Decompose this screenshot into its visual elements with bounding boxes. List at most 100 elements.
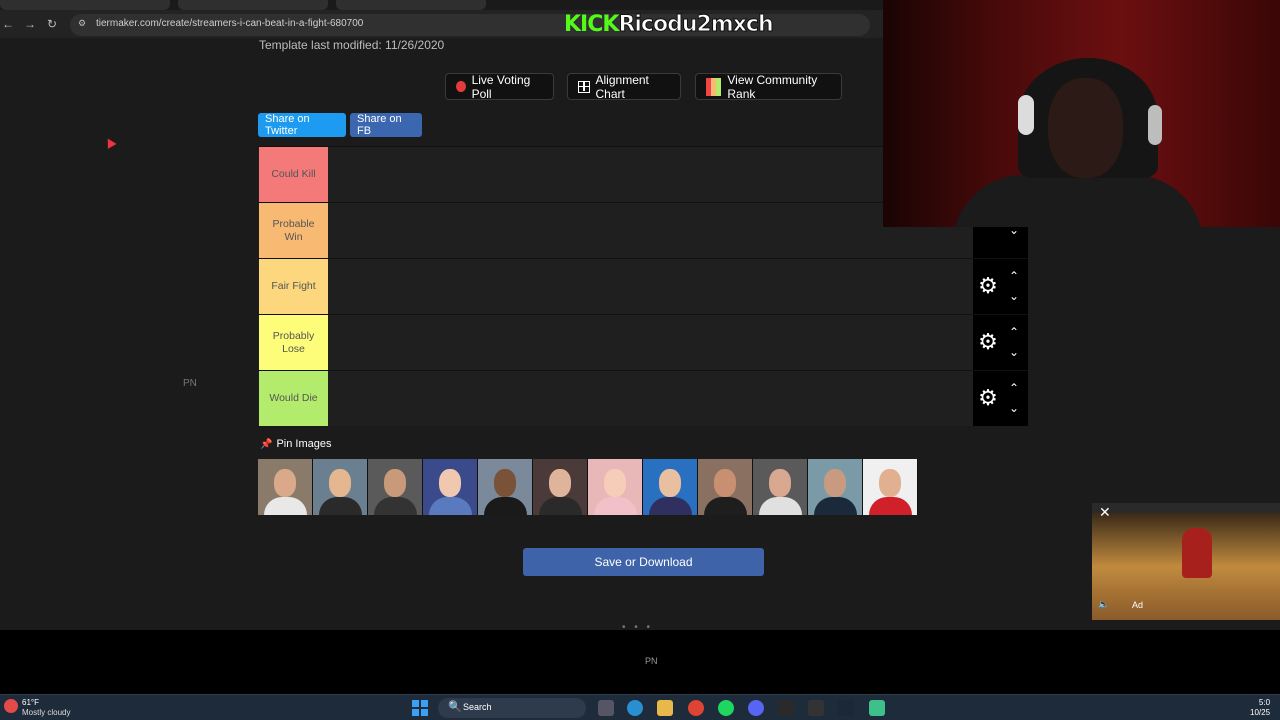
gear-icon[interactable]: ⚙ [977,387,999,409]
video-ad[interactable]: ✕ 🔈 Ad [1092,503,1280,620]
thumbnail-shoulders [869,497,912,515]
site-info-icon[interactable]: ⚙ [78,18,86,29]
ad-label: Ad [1132,600,1144,610]
chrome-icon[interactable] [688,700,704,716]
thumbnail-shoulders [484,497,527,515]
tier-row[interactable]: Fair Fight ⚙ ⌃ ⌄ [258,258,1028,314]
browser-tab[interactable] [178,0,328,10]
chevron-up-icon[interactable]: ⌃ [1007,270,1021,282]
thumbnail-face [384,469,406,497]
browser-tab[interactable] [0,0,170,10]
kick-logo: KICK [564,12,619,37]
streamer-thumbnail[interactable] [313,459,368,515]
streamer-thumbnail[interactable] [643,459,698,515]
app-icon[interactable] [869,700,885,716]
tier-label[interactable]: Could Kill [259,147,328,202]
thumbnail-shoulders [649,497,692,515]
streamer-thumbnail[interactable] [753,459,808,515]
taskbar-search-label[interactable]: Search [463,702,492,712]
streamer-thumbnail[interactable] [368,459,423,515]
weather-temperature[interactable]: 61°F [22,698,39,707]
streamer-thumbnail[interactable] [533,459,588,515]
file-explorer-icon[interactable] [657,700,673,716]
back-icon[interactable]: ← [2,17,14,31]
share-twitter-button[interactable]: Share on Twitter [258,113,346,137]
live-voting-poll-button[interactable]: Live Voting Poll [445,73,554,101]
thumbnail-shoulders [539,497,582,515]
discord-icon[interactable] [748,700,764,716]
mouse-cursor [103,136,117,149]
chevron-up-icon[interactable]: ⌃ [1007,382,1021,394]
streamer-thumbnail[interactable] [808,459,863,515]
thumbnail-face [604,469,626,497]
streamer-username: Ricodu2mxch [618,12,774,38]
reload-icon[interactable]: ↻ [47,17,57,31]
streamer-thumbnail[interactable] [863,459,918,515]
search-icon[interactable]: 🔍 [448,700,462,713]
headset-icon [1018,95,1034,135]
gear-icon[interactable]: ⚙ [977,331,999,353]
thumbnail-face [329,469,351,497]
tier-label[interactable]: Would Die [259,371,328,426]
clock-date: 10/25 [1250,708,1271,717]
rank-grid-icon [706,77,722,96]
url-text[interactable]: tiermaker.com/create/streamers-i-can-bea… [96,18,363,29]
pin-icon: 📌 [260,438,273,450]
system-clock[interactable]: 5:0 10/25 [1250,698,1270,718]
spotify-icon[interactable] [718,700,734,716]
streamer-thumbnail[interactable] [698,459,753,515]
windows-taskbar: 61°F Mostly cloudy 🔍 Search 5:0 10/25 [0,694,1280,720]
record-dot-icon [456,81,466,92]
app-icon[interactable] [808,700,824,716]
volume-icon[interactable]: 🔈 [1098,599,1109,610]
alignment-chart-button[interactable]: Alignment Chart [567,73,681,101]
pin-images-toggle[interactable]: 📌 Pin Images [260,438,331,450]
streamer-face [1048,78,1123,178]
ad-character [1182,528,1212,578]
edge-icon[interactable] [627,700,643,716]
gear-icon[interactable]: ⚙ [977,275,999,297]
thumbnail-shoulders [429,497,472,515]
steam-icon[interactable] [838,700,854,716]
save-download-button[interactable]: Save or Download [523,548,764,576]
thumbnail-face [659,469,681,497]
thumbnail-face [439,469,461,497]
chevron-down-icon[interactable]: ⌄ [1007,290,1021,302]
chevron-down-icon[interactable]: ⌄ [1007,402,1021,414]
kick-username-overlay: KICKRicodu2mxch [564,12,774,38]
streamer-thumbnail[interactable] [588,459,643,515]
tier-row[interactable]: Probably Lose ⚙ ⌃ ⌄ [258,314,1028,370]
weather-icon[interactable] [4,699,18,713]
view-community-rank-button[interactable]: View Community Rank [695,73,842,101]
image-pool [258,459,920,515]
bottom-bar [0,630,1280,694]
tier-label[interactable]: Probable Win [259,203,328,258]
thumbnail-shoulders [264,497,307,515]
browser-tab[interactable] [336,0,486,10]
streamer-thumbnail[interactable] [423,459,478,515]
thumbnail-face [549,469,571,497]
close-icon[interactable]: ✕ [1099,504,1111,521]
weather-description[interactable]: Mostly cloudy [22,708,70,717]
streamer-thumbnail[interactable] [478,459,533,515]
chevron-down-icon[interactable]: ⌄ [1007,346,1021,358]
thumbnail-shoulders [319,497,362,515]
thumbnail-shoulders [374,497,417,515]
share-fb-button[interactable]: Share on FB [350,113,422,137]
clock-time: 5:0 [1258,698,1271,707]
streamer-thumbnail[interactable] [258,459,313,515]
thumbnail-shoulders [704,497,747,515]
tier-label[interactable]: Probably Lose [259,315,328,370]
task-view-icon[interactable] [598,700,614,716]
tier-row[interactable]: Would Die ⚙ ⌃ ⌄ [258,370,1028,426]
streamer-body [953,175,1203,227]
thumbnail-face [494,469,516,497]
thumbnail-shoulders [759,497,802,515]
chevron-up-icon[interactable]: ⌃ [1007,326,1021,338]
obs-icon[interactable] [778,700,794,716]
tier-label[interactable]: Fair Fight [259,259,328,314]
thumbnail-shoulders [814,497,857,515]
tier-controls: ⚙ ⌃ ⌄ [973,371,1028,426]
start-button[interactable] [412,700,428,716]
forward-icon[interactable]: → [24,17,36,31]
